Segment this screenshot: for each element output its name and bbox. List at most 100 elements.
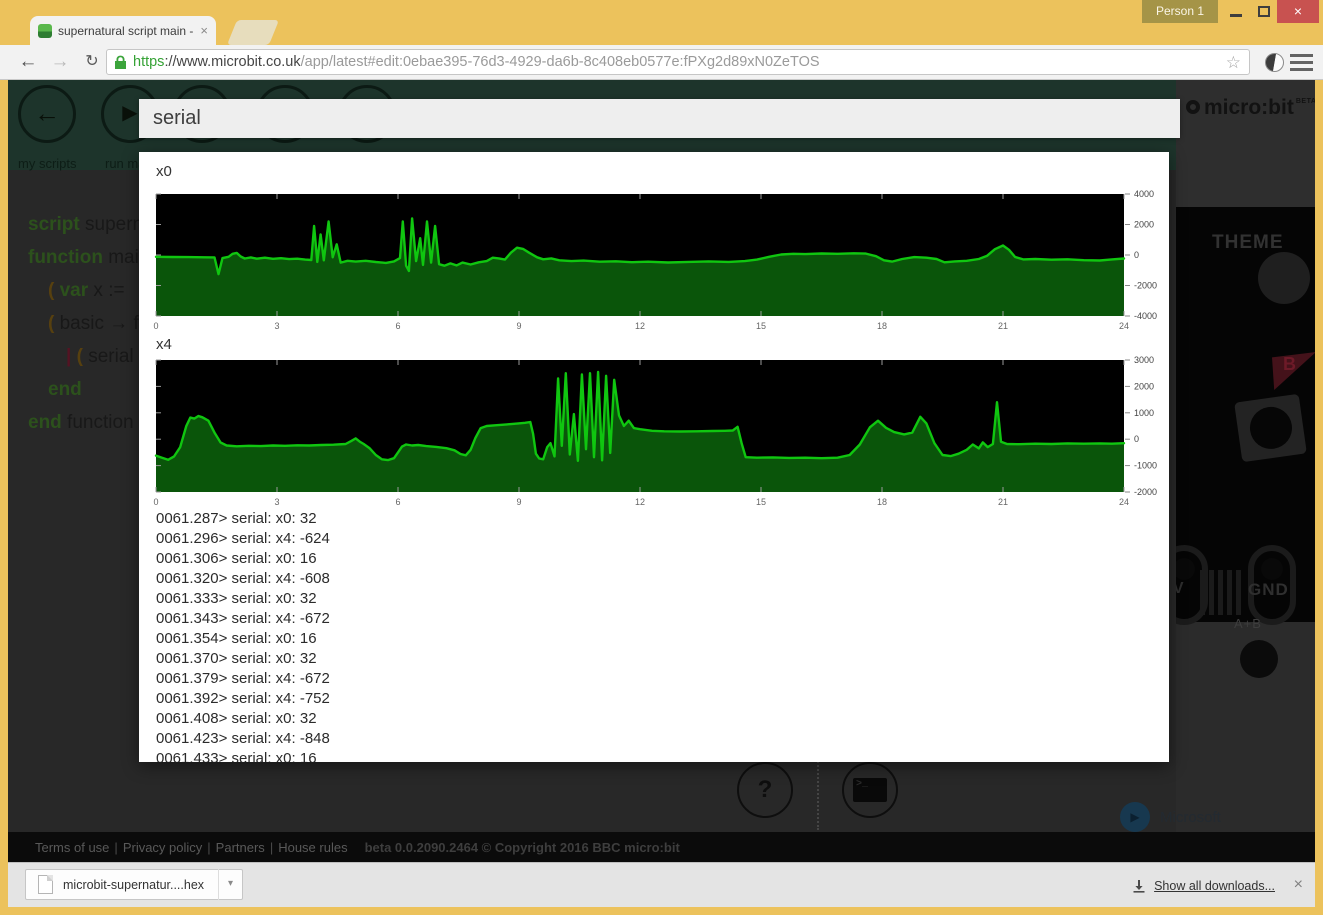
theme-label: THEME (1212, 232, 1284, 254)
terminal-button: >_ (842, 762, 898, 818)
bookmark-star-icon[interactable]: ☆ (1226, 54, 1241, 71)
download-item[interactable]: microbit-supernatur....hex ▾ (25, 869, 243, 900)
browser-tab[interactable]: supernatural script main - × (30, 16, 216, 45)
maximize-icon (1258, 6, 1270, 17)
my-scripts-label: my scripts (18, 156, 77, 171)
footer-link: Terms of use (35, 840, 109, 855)
url-path: /app/latest#edit:0ebae395-76d3-4929-da6b… (301, 54, 1220, 70)
microbit-logo-icon (1186, 100, 1200, 114)
show-all-downloads[interactable]: Show all downloads... (1132, 863, 1275, 908)
terminal-icon: >_ (853, 778, 887, 802)
serial-modal-body: x0 03691215182124400020000-2000-4000 x4 … (139, 152, 1169, 762)
serial-modal-title: serial (139, 99, 1180, 138)
minimize-button[interactable] (1222, 0, 1250, 23)
serial-log-line: 0061.423> serial: x4: -848 (156, 729, 1165, 749)
back-button[interactable]: ← (14, 48, 42, 76)
footer-separator: | (207, 840, 210, 855)
svg-text:9: 9 (516, 497, 521, 507)
extension-icon[interactable] (1265, 53, 1284, 72)
theme-swatch (1258, 252, 1310, 304)
footer-links: Terms of use|Privacy policy|Partners|Hou… (35, 840, 353, 855)
simulator-panel: micro:bit BETA THEME B 3V GND A+B (1176, 80, 1315, 862)
browser-window: supernatural script main - × Person 1 × … (0, 0, 1323, 915)
svg-text:12: 12 (635, 321, 645, 331)
svg-text:24: 24 (1119, 321, 1129, 331)
window-close-button[interactable]: × (1277, 0, 1319, 23)
svg-text:12: 12 (635, 497, 645, 507)
forward-button[interactable]: → (46, 48, 74, 76)
svg-text:-2000: -2000 (1134, 487, 1157, 497)
svg-text:1000: 1000 (1134, 408, 1154, 418)
serial-log-line: 0061.306> serial: x0: 16 (156, 549, 1165, 569)
svg-text:6: 6 (395, 321, 400, 331)
download-bar: microbit-supernatur....hex ▾ Show all do… (8, 862, 1315, 907)
svg-text:15: 15 (756, 497, 766, 507)
svg-text:21: 21 (998, 321, 1008, 331)
svg-text:0: 0 (1134, 250, 1139, 260)
svg-text:0: 0 (153, 321, 158, 331)
pin-3v-label: 3V (1176, 580, 1184, 598)
download-menu-arrow-icon[interactable]: ▾ (218, 869, 242, 900)
svg-text:0: 0 (1134, 434, 1139, 444)
menu-icon[interactable] (1290, 54, 1313, 71)
serial-log-line: 0061.320> serial: x4: -608 (156, 569, 1165, 589)
download-icon (1132, 879, 1146, 893)
serial-log-line: 0061.296> serial: x4: -624 (156, 529, 1165, 549)
footer-link: House rules (278, 840, 347, 855)
show-all-downloads-link[interactable]: Show all downloads... (1154, 879, 1275, 893)
svg-text:2000: 2000 (1134, 220, 1154, 230)
url-host: ://www.microbit.co.uk (164, 54, 300, 70)
serial-chart-x0: 03691215182124400020000-2000-4000 (156, 194, 1169, 333)
serial-log-line: 0061.343> serial: x4: -672 (156, 609, 1165, 629)
svg-text:3: 3 (274, 321, 279, 331)
serial-log-line: 0061.287> serial: x0: 32 (156, 509, 1165, 529)
svg-text:4000: 4000 (1134, 189, 1154, 199)
tab-close-icon[interactable]: × (200, 24, 208, 37)
tab-title: supernatural script main - (58, 24, 196, 38)
download-filename: microbit-supernatur....hex (63, 878, 218, 892)
svg-text:-2000: -2000 (1134, 281, 1157, 291)
serial-log-line: 0061.392> serial: x4: -752 (156, 689, 1165, 709)
serial-log-line: 0061.354> serial: x0: 16 (156, 629, 1165, 649)
page-footer: Terms of use|Privacy policy|Partners|Hou… (8, 832, 1315, 862)
button-b (1234, 394, 1307, 462)
chart-label-x4: x4 (156, 336, 172, 353)
maximize-button[interactable] (1250, 0, 1278, 23)
svg-text:9: 9 (516, 321, 521, 331)
serial-log-line: 0061.333> serial: x0: 32 (156, 589, 1165, 609)
url-scheme: https (133, 54, 164, 70)
svg-text:2000: 2000 (1134, 381, 1154, 391)
browser-toolbar: ← → ↻ https://www.microbit.co.uk/app/lat… (0, 45, 1323, 80)
footer-separator: | (270, 840, 273, 855)
svg-text:3000: 3000 (1134, 355, 1154, 365)
pin-gnd-label: GND (1248, 580, 1289, 600)
new-tab-button[interactable] (227, 20, 279, 45)
my-scripts-button: ← (18, 85, 76, 143)
button-b-icon (1247, 404, 1294, 451)
footer-version: beta 0.0.2090.2464 © Copyright 2016 BBC … (365, 840, 680, 855)
svg-text:-4000: -4000 (1134, 311, 1157, 321)
microbit-logo: micro:bit BETA (1186, 96, 1315, 120)
minimize-icon (1230, 14, 1242, 17)
url-bar[interactable]: https://www.microbit.co.uk/app/latest#ed… (106, 49, 1250, 75)
microsoft-logo: ▶ Microsoft (1120, 802, 1221, 832)
touchdevelop-icon: ▶ (1120, 802, 1150, 832)
footer-link: Partners (216, 840, 265, 855)
svg-text:0: 0 (153, 497, 158, 507)
ab-button (1240, 640, 1278, 678)
svg-text:-1000: -1000 (1134, 461, 1157, 471)
svg-text:18: 18 (877, 497, 887, 507)
serial-log-line: 0061.433> serial: x0: 16 (156, 749, 1165, 762)
divider (817, 754, 819, 830)
svg-text:18: 18 (877, 321, 887, 331)
profile-badge[interactable]: Person 1 (1142, 0, 1218, 23)
reload-button[interactable]: ↻ (78, 48, 106, 76)
footer-separator: | (114, 840, 117, 855)
download-bar-close-icon[interactable]: × (1294, 875, 1303, 895)
serial-log-line: 0061.408> serial: x0: 32 (156, 709, 1165, 729)
svg-text:3: 3 (274, 497, 279, 507)
help-button: ? (737, 762, 793, 818)
svg-text:21: 21 (998, 497, 1008, 507)
ab-label: A+B (1234, 616, 1262, 631)
https-lock-icon (115, 55, 126, 69)
